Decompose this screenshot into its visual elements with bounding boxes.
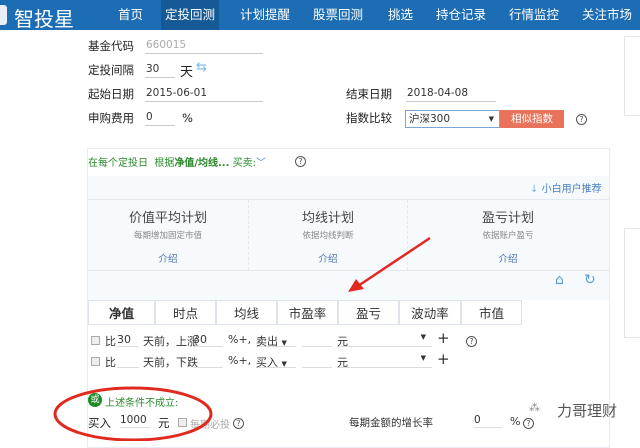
annotation-layer (53, 236, 431, 441)
red-circle-annotation (53, 386, 213, 441)
red-arrow-head (348, 279, 364, 292)
red-arrow-annotation (357, 236, 431, 288)
